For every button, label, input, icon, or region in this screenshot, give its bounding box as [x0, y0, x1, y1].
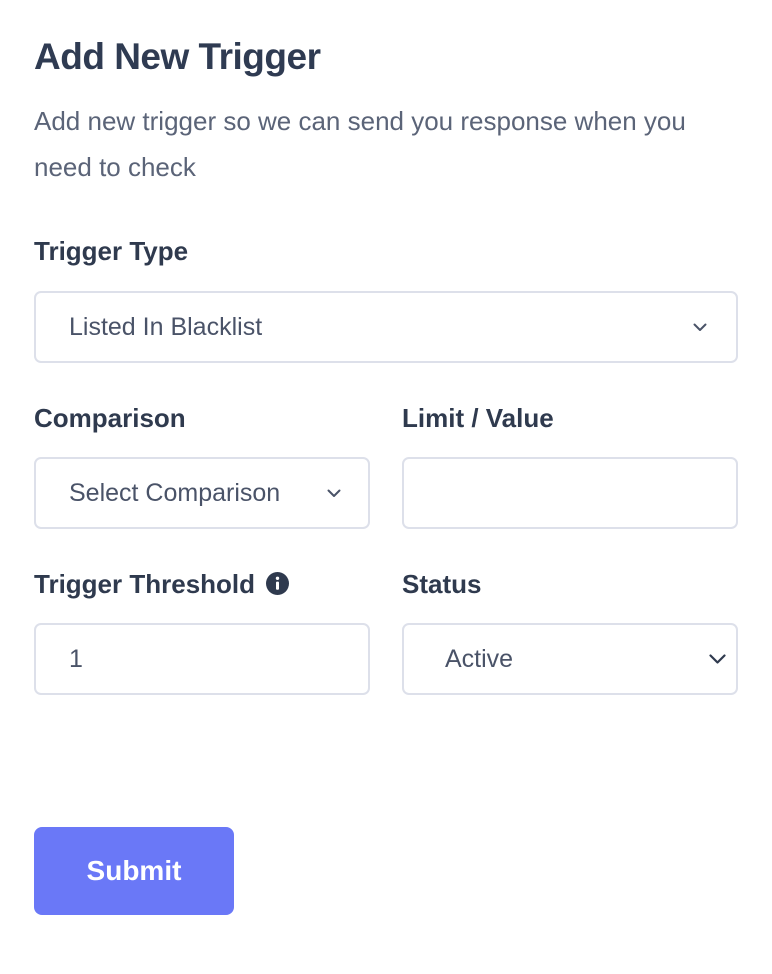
trigger-threshold-input[interactable]: 1 — [34, 623, 370, 695]
chevron-down-icon — [326, 485, 342, 501]
trigger-threshold-value: 1 — [69, 644, 83, 673]
comparison-select[interactable]: Select Comparison — [34, 457, 370, 529]
status-value: Active — [445, 644, 514, 673]
trigger-type-label-text: Trigger Type — [34, 236, 189, 266]
limit-value-label: Limit / Value — [402, 403, 554, 434]
submit-button[interactable]: Submit — [34, 827, 234, 915]
trigger-threshold-label-text: Trigger Threshold — [34, 569, 256, 599]
status-label: Status — [402, 569, 481, 600]
chevron-down-icon — [708, 651, 726, 667]
info-icon[interactable] — [266, 572, 290, 595]
limit-value-label-text: Limit / Value — [402, 403, 554, 433]
comparison-label: Comparison — [34, 403, 186, 434]
trigger-type-select[interactable]: Listed In Blacklist — [34, 291, 738, 363]
trigger-threshold-label: Trigger Threshold — [34, 569, 290, 600]
page-subtitle: Add new trigger so we can send you respo… — [34, 106, 686, 182]
comparison-placeholder: Select Comparison — [69, 478, 281, 507]
chevron-down-icon — [692, 319, 708, 335]
trigger-type-label: Trigger Type — [34, 236, 188, 267]
status-select[interactable]: Active — [402, 623, 738, 695]
trigger-type-value: Listed In Blacklist — [69, 312, 263, 341]
page-title: Add New Trigger — [34, 36, 321, 77]
status-label-text: Status — [402, 569, 482, 599]
limit-value-input[interactable] — [402, 457, 738, 529]
comparison-label-text: Comparison — [34, 403, 186, 433]
add-trigger-form: Add New Trigger Add new trigger so we ca… — [0, 0, 772, 974]
